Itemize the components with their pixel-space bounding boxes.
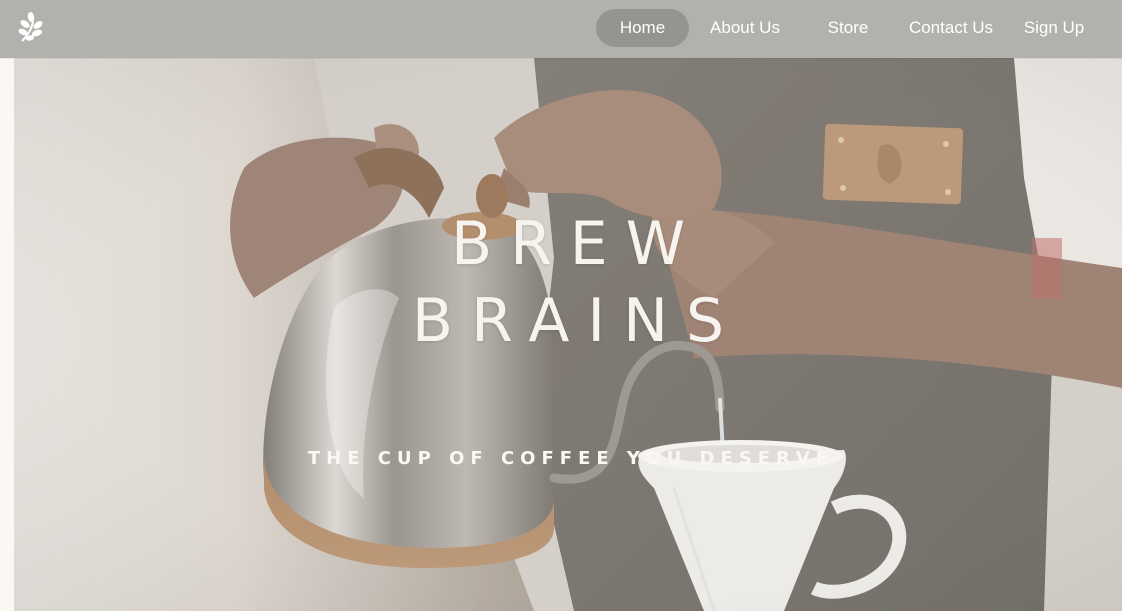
nav-link-store[interactable]: Store [812, 9, 884, 47]
hero-section: BREW BRAINS THE CUP OF COFFEE YOU DESERV… [14, 58, 1122, 611]
navbar: Home About Us Store Contact Us Sign Up [0, 0, 1122, 58]
nav-link-contact-us[interactable]: Contact Us [900, 9, 1002, 47]
nav-links: Home About Us Store Contact Us Sign Up [0, 9, 1122, 49]
page: Home About Us Store Contact Us Sign Up B… [0, 0, 1122, 611]
hero-tagline: THE CUP OF COFFEE YOU DESERVE [307, 448, 835, 469]
nav-link-sign-up[interactable]: Sign Up [1016, 9, 1092, 47]
hero-title-line-1: BREW [450, 209, 704, 279]
nav-link-about-us[interactable]: About Us [700, 9, 790, 47]
nav-link-home[interactable]: Home [596, 9, 689, 47]
hero-title-line-2: BRAINS [411, 286, 743, 356]
